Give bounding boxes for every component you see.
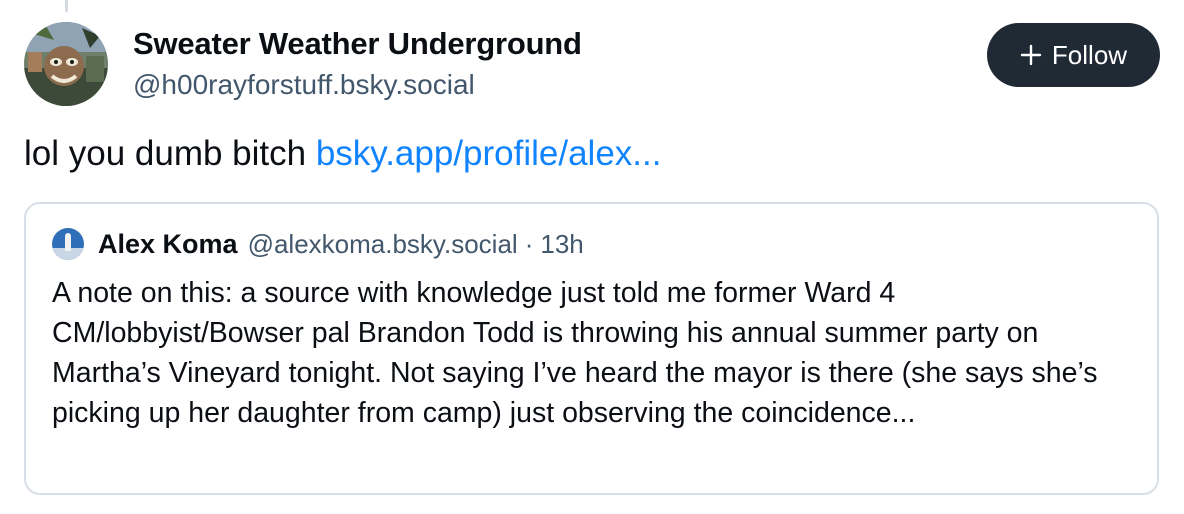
- post-text: lol you dumb bitch bsky.app/profile/alex…: [24, 131, 661, 177]
- author-handle[interactable]: @h00rayforstuff.bsky.social: [133, 69, 475, 101]
- quote-post-card[interactable]: Alex Koma @alexkoma.bsky.social · 13h A …: [24, 202, 1159, 495]
- quote-separator: ·: [524, 228, 534, 259]
- quote-body-text: A note on this: a source with knowledge …: [52, 277, 1098, 429]
- quote-author-handle[interactable]: @alexkoma.bsky.social: [248, 229, 518, 260]
- author-avatar[interactable]: [24, 22, 108, 106]
- follow-button[interactable]: Follow: [987, 23, 1160, 87]
- author-display-name[interactable]: Sweater Weather Underground: [133, 26, 582, 62]
- quote-header: Alex Koma @alexkoma.bsky.social · 13h: [52, 228, 584, 260]
- post-text-body: lol you dumb bitch: [24, 134, 316, 173]
- thread-line: [65, 0, 68, 12]
- follow-button-label: Follow: [1051, 39, 1128, 70]
- user-avatar-artwork-icon: [24, 22, 108, 106]
- post-link[interactable]: bsky.app/profile/alex...: [316, 134, 662, 173]
- quote-author-avatar[interactable]: [52, 228, 84, 260]
- quote-author-name[interactable]: Alex Koma: [98, 229, 238, 260]
- user-avatar-photo-icon: [52, 228, 84, 260]
- plus-icon: [1020, 44, 1042, 66]
- quote-timestamp[interactable]: 13h: [540, 229, 583, 260]
